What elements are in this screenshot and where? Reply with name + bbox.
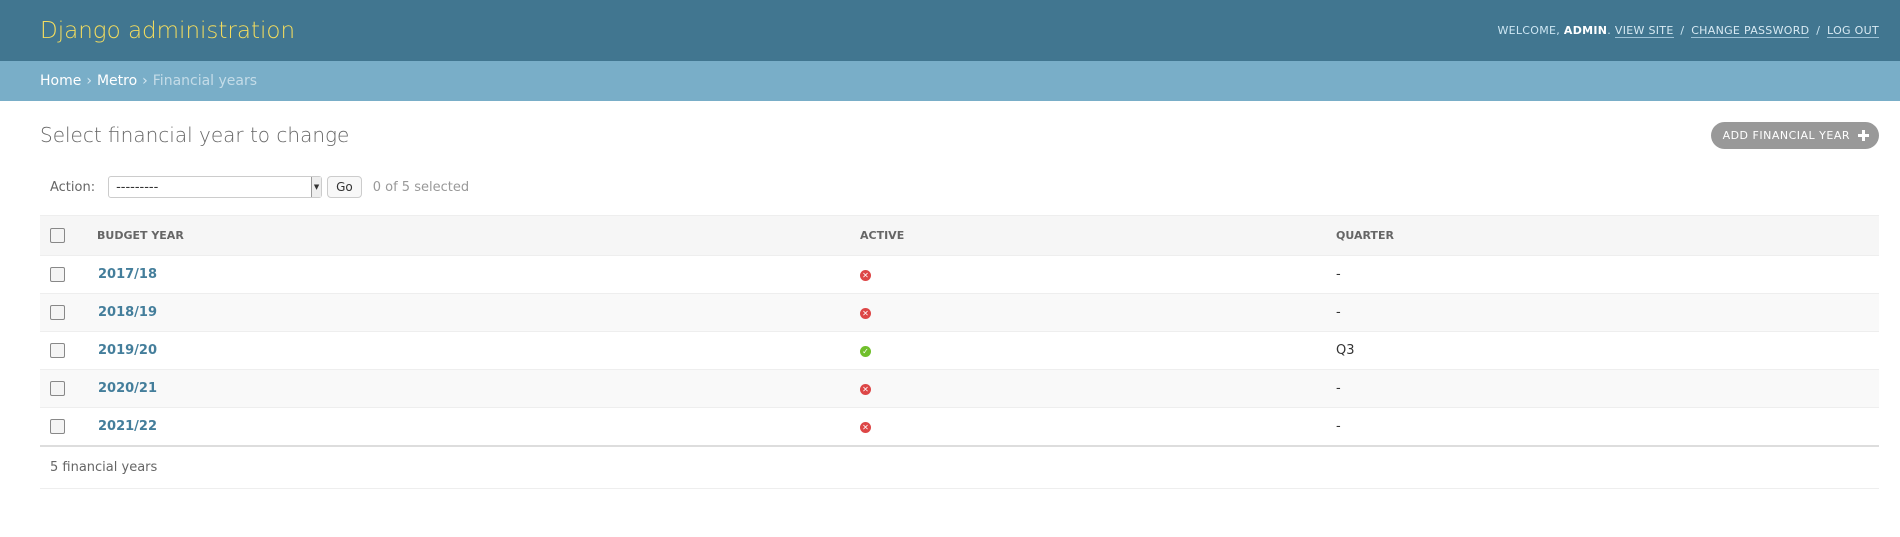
budget-year-link[interactable]: 2018/19 (98, 305, 157, 320)
breadcrumb-home[interactable]: Home (40, 73, 81, 89)
budget-year-link[interactable]: 2021/22 (98, 419, 157, 434)
select-all-checkbox[interactable] (50, 228, 65, 243)
no-icon: ✕ (860, 384, 871, 395)
table-header-row: Budget year Active Quarter (40, 215, 1879, 256)
quarter-cell: - (1335, 293, 1879, 332)
header: Django administration Welcome, admin. Vi… (0, 0, 1900, 61)
row-checkbox[interactable] (50, 267, 65, 282)
separator: / (1816, 24, 1821, 37)
plus-icon (1858, 130, 1869, 141)
no-icon: ✕ (860, 422, 871, 433)
breadcrumb: Home › Metro › Financial years (0, 61, 1900, 101)
table-row: 2018/19 ✕ - (40, 293, 1879, 332)
budget-year-link[interactable]: 2020/21 (98, 381, 157, 396)
username: admin (1563, 24, 1608, 37)
select-all-cell (40, 215, 97, 256)
quarter-cell: - (1335, 407, 1879, 447)
page-title: Select financial year to change (40, 123, 350, 147)
quarter-cell: - (1335, 255, 1879, 294)
table-row: 2019/20 ✓ Q3 (40, 331, 1879, 370)
budget-year-link[interactable]: 2017/18 (98, 267, 157, 282)
quarter-cell: Q3 (1335, 331, 1879, 370)
row-checkbox[interactable] (50, 381, 65, 396)
chevron-down-icon: ▼ (311, 177, 322, 197)
quarter-cell: - (1335, 369, 1879, 408)
breadcrumb-separator: › (86, 73, 92, 89)
content: Select financial year to change Add fina… (0, 101, 1900, 489)
add-financial-year-button[interactable]: Add financial year (1710, 122, 1879, 149)
yes-icon: ✓ (860, 346, 871, 357)
add-button-label: Add financial year (1722, 129, 1850, 142)
table-row: 2020/21 ✕ - (40, 369, 1879, 408)
table-row: 2021/22 ✕ - (40, 407, 1879, 447)
column-header-quarter[interactable]: Quarter (1335, 215, 1879, 256)
breadcrumb-app[interactable]: Metro (97, 73, 137, 89)
change-password-link[interactable]: Change password (1691, 24, 1810, 38)
row-checkbox[interactable] (50, 419, 65, 434)
actions-bar: Action: --------- ▼ Go 0 of 5 selected (40, 170, 1879, 204)
column-header-budget-year[interactable]: Budget year (97, 215, 859, 256)
action-counter: 0 of 5 selected (372, 179, 470, 195)
log-out-link[interactable]: Log out (1827, 24, 1879, 38)
separator: / (1680, 24, 1685, 37)
row-checkbox[interactable] (50, 305, 65, 320)
view-site-link[interactable]: View site (1614, 24, 1674, 38)
paginator: 5 financial years (40, 447, 1879, 489)
action-selected-value: --------- (116, 179, 159, 195)
go-button[interactable]: Go (327, 176, 362, 198)
breadcrumb-current: Financial years (152, 73, 258, 89)
action-select[interactable]: --------- ▼ (108, 176, 323, 198)
column-header-active[interactable]: Active (859, 215, 1335, 256)
no-icon: ✕ (860, 270, 871, 281)
user-tools: Welcome, admin. View site / Change passw… (1497, 24, 1879, 38)
site-branding[interactable]: Django administration (40, 18, 295, 44)
results-table: Budget year Active Quarter 2017/18 ✕ - 2… (40, 215, 1879, 447)
budget-year-link[interactable]: 2019/20 (98, 343, 157, 358)
no-icon: ✕ (860, 308, 871, 319)
object-tools: Add financial year (1710, 122, 1879, 149)
action-label: Action: (50, 179, 96, 195)
breadcrumb-separator: › (142, 73, 148, 89)
welcome-text: Welcome, (1497, 24, 1561, 37)
row-checkbox[interactable] (50, 343, 65, 358)
table-row: 2017/18 ✕ - (40, 255, 1879, 294)
